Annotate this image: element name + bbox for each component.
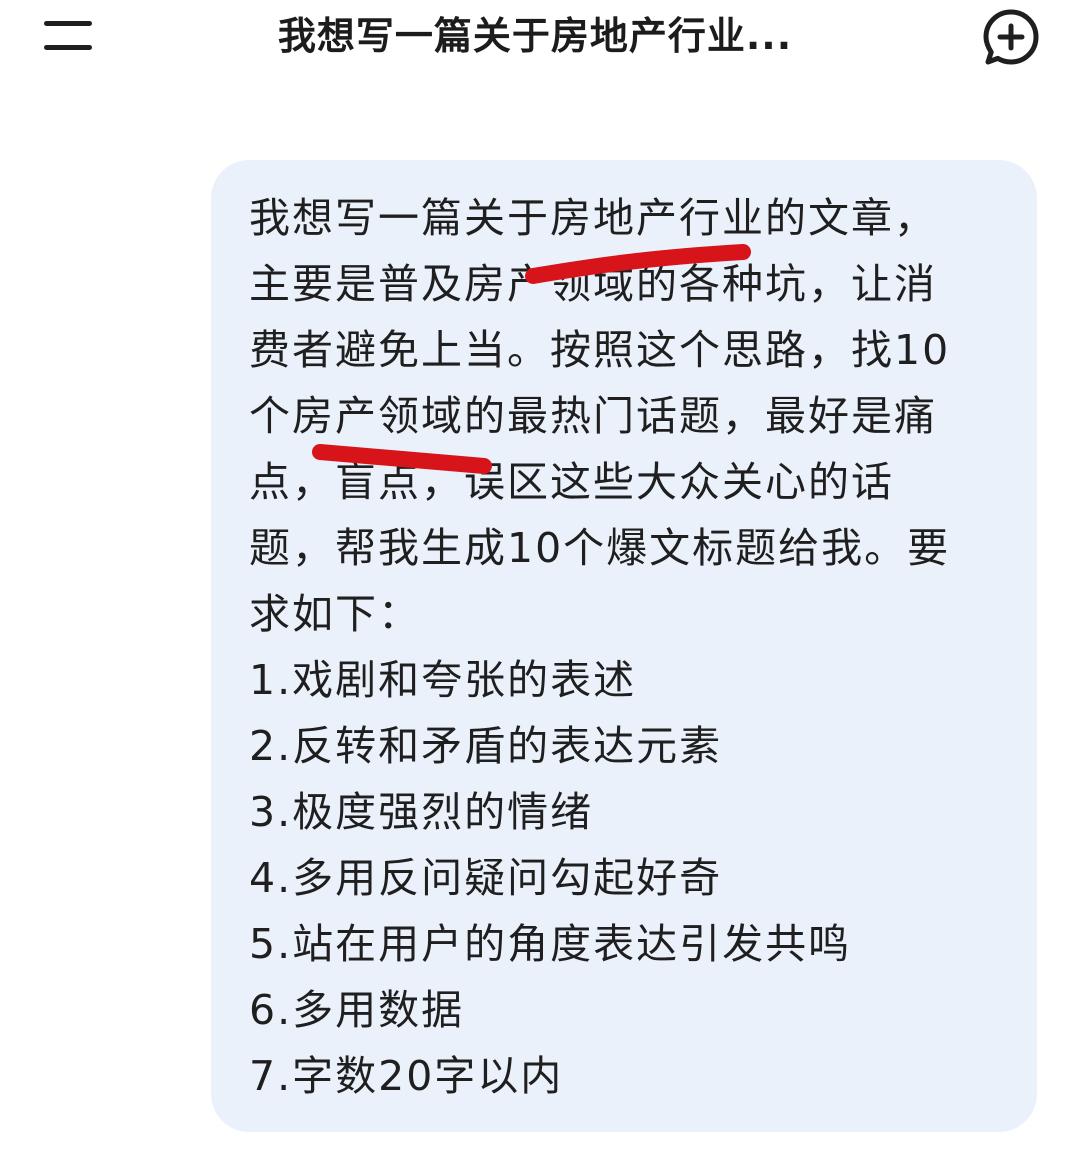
top-bar: 我想写一篇关于房地产行业... — [0, 0, 1080, 80]
chat-plus-icon — [983, 9, 1039, 65]
conversation-title: 我想写一篇关于房地产行业... — [277, 14, 793, 58]
menu-button[interactable] — [38, 14, 100, 58]
user-message-bubble[interactable]: 我想写一篇关于房地产行业的文章， 主要是普及房产领域的各种坑，让消 费者避免上当… — [211, 160, 1037, 1132]
new-chat-button[interactable] — [980, 6, 1042, 68]
user-message-text: 我想写一篇关于房地产行业的文章， 主要是普及房产领域的各种坑，让消 费者避免上当… — [249, 194, 951, 1100]
